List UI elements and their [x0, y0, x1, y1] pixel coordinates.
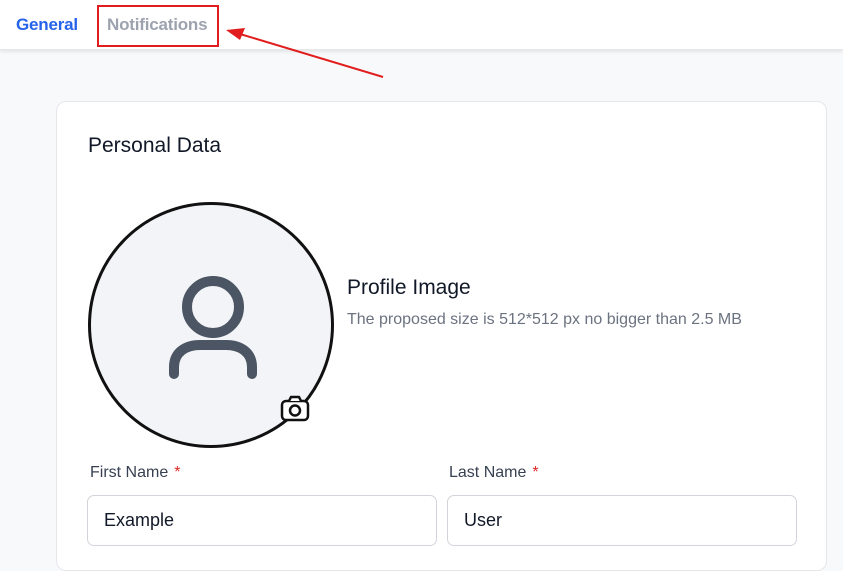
profile-image-title: Profile Image [347, 276, 471, 299]
section-title: Personal Data [88, 134, 222, 157]
first-name-label: First Name * [90, 464, 181, 481]
required-mark: * [532, 464, 539, 481]
required-mark: * [174, 464, 181, 481]
profile-image-description: The proposed size is 512*512 px no bigge… [347, 311, 742, 328]
last-name-label: Last Name * [449, 464, 539, 481]
personal-data-card: Personal Data Profile Image The proposed… [56, 101, 827, 571]
first-name-field[interactable] [87, 495, 437, 546]
user-icon [169, 276, 257, 379]
last-name-field[interactable] [447, 495, 797, 546]
camera-icon[interactable] [279, 394, 311, 424]
